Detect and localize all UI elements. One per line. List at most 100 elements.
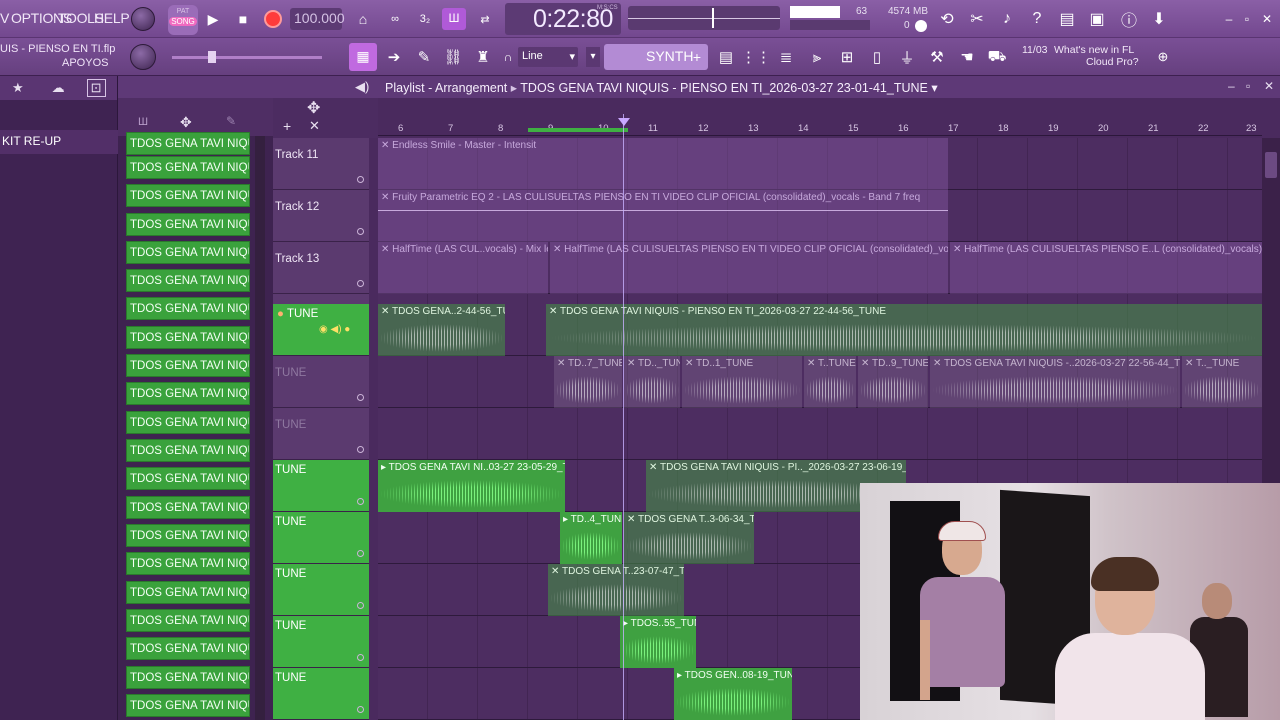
- channel-item[interactable]: TDOS GENA TAVI NIQUIS - ...: [126, 156, 250, 179]
- time-display[interactable]: 0:22:80 M:S:CS: [505, 3, 621, 35]
- channel-item[interactable]: TDOS GENA TAVI NIQUIS - ...: [126, 694, 250, 717]
- countdown-icon[interactable]: 3₂: [414, 10, 436, 28]
- audio-clip[interactable]: ▸ TDOS GENA TAVI NI..03-27 23-05-29_TUNE: [378, 460, 565, 512]
- pattern-song-toggle[interactable]: PAT SONG: [168, 5, 198, 35]
- channel-item[interactable]: TDOS GENA TAVI NIQUIS - ...: [126, 609, 250, 632]
- wait-icon[interactable]: ∞: [384, 10, 406, 28]
- channel-item[interactable]: TDOS GENA TAVI NIQUIS - ...: [126, 382, 250, 405]
- remove-track-icon[interactable]: ✕: [309, 118, 320, 134]
- audio-clip[interactable]: ✕ T.._TUNE: [1182, 356, 1262, 408]
- mute-icon[interactable]: ◉ ◀) ●: [319, 324, 350, 335]
- channel-item[interactable]: TDOS GENA TAVI NIQUIS - ...: [126, 411, 250, 434]
- audio-clip[interactable]: ✕ TDOS GENA..2-44-56_TUNE: [378, 304, 505, 356]
- piano-roll-icon[interactable]: ▤: [715, 47, 737, 67]
- audio-clip[interactable]: ▸ TDOS GEN..08-19_TUNE: [674, 668, 792, 720]
- automation-clip[interactable]: ✕ HalfTime (LAS CUL..vocals) - Mix level: [378, 242, 548, 294]
- minimize-icon[interactable]: ‒: [1222, 12, 1236, 26]
- audio-clip[interactable]: ✕ TD..1_TUNE: [682, 356, 802, 408]
- save-icon[interactable]: ▤: [1056, 9, 1078, 29]
- channel-item[interactable]: TDOS GENA TAVI NIQUIS - ...: [126, 666, 250, 689]
- track-header[interactable]: TUNE: [273, 668, 369, 720]
- channel-item[interactable]: TDOS GENA TAVI NIQUIS - ...: [126, 184, 250, 207]
- list-icon[interactable]: ≣: [775, 47, 797, 67]
- snap-next-button[interactable]: ▾: [586, 47, 600, 67]
- cloud-icon[interactable]: ☁: [52, 80, 65, 96]
- speaker-icon[interactable]: ◀): [355, 79, 369, 95]
- render-icon[interactable]: ▣: [1086, 9, 1108, 29]
- track-header[interactable]: TUNE: [273, 460, 369, 512]
- browser-selected-item[interactable]: KIT RE-UP: [0, 130, 118, 154]
- track-header[interactable]: TUNE: [273, 408, 369, 460]
- playhead-marker[interactable]: [618, 118, 630, 126]
- master-volume-knob[interactable]: [131, 7, 155, 31]
- move-icon[interactable]: ✥: [180, 114, 192, 131]
- track-header[interactable]: TUNE: [273, 356, 369, 408]
- playlist-maximize-icon[interactable]: ▫: [1246, 79, 1250, 93]
- link-icon[interactable]: ⛓: [442, 47, 464, 67]
- tools-icon[interactable]: ⚒: [926, 47, 948, 67]
- loop-record-icon[interactable]: ⇄: [474, 10, 496, 28]
- record-button[interactable]: [264, 10, 282, 28]
- star-icon[interactable]: ★: [12, 80, 24, 96]
- maximize-icon[interactable]: ▫: [1240, 12, 1254, 26]
- news-text[interactable]: What's new in FL Cloud Pro?: [1054, 44, 1154, 68]
- hand-icon[interactable]: ☚: [956, 47, 978, 67]
- help-icon[interactable]: ?: [1026, 9, 1048, 29]
- track-header[interactable]: TUNE: [273, 616, 369, 668]
- channel-item[interactable]: TDOS GENA TAVI NIQUIS - ...: [126, 467, 250, 490]
- pencil-icon[interactable]: ✎: [413, 47, 435, 67]
- audio-clip[interactable]: ▸ TDOS..55_TUNE: [620, 616, 696, 668]
- track-header[interactable]: Track 13: [273, 242, 369, 294]
- record-arm-icon[interactable]: ●: [277, 308, 284, 320]
- magnet-icon[interactable]: ∩: [500, 49, 516, 65]
- pencil-small-icon[interactable]: ✎: [226, 114, 236, 128]
- playlist-minimize-icon[interactable]: ‒: [1228, 79, 1235, 93]
- step-edit-icon[interactable]: Ш: [442, 8, 466, 30]
- track-header[interactable]: TUNE: [273, 512, 369, 564]
- channel-item[interactable]: TDOS GENA TAVI NIQUIS - ...: [126, 496, 250, 519]
- playlist-icon[interactable]: ▦: [349, 43, 377, 71]
- folder-icon[interactable]: ⊡: [86, 79, 106, 97]
- metronome-icon[interactable]: ⌂: [352, 10, 374, 28]
- move-tool-icon[interactable]: ✥: [307, 98, 320, 118]
- file-icon[interactable]: ▯: [866, 47, 888, 67]
- track-header[interactable]: ● TUNE ◉ ◀) ●: [273, 304, 369, 356]
- channel-item[interactable]: TDOS GENA TAVI NIQUIS - ...: [126, 326, 250, 349]
- download-icon[interactable]: ⬇: [1148, 9, 1170, 29]
- channel-item[interactable]: TDOS GENA TAVI NIQUIS - ...: [126, 297, 250, 320]
- channel-rack-icon[interactable]: ⋮⋮: [741, 47, 771, 67]
- mic-icon[interactable]: ♪: [996, 9, 1018, 29]
- plug-icon[interactable]: ⏚: [896, 47, 918, 67]
- audio-clip[interactable]: ✕ TDOS GENA TAVI NIQUIS -..2026-03-27 22…: [930, 356, 1180, 408]
- stop-icon[interactable]: ■: [234, 10, 252, 28]
- browser-tree-icon[interactable]: ⊞: [836, 47, 858, 67]
- audio-clip[interactable]: ✕ TD..7_TUNE: [554, 356, 622, 408]
- automation-clip[interactable]: ✕ Fruity Parametric EQ 2 - LAS CULISUELT…: [378, 190, 948, 242]
- arrow-right-icon[interactable]: ➔: [383, 47, 405, 67]
- automation-clip[interactable]: ✕ HalfTime (LAS CULISUELTAS PIENSO EN TI…: [550, 242, 948, 294]
- channel-item[interactable]: TDOS GENA TAVI NIQUIS - ...: [126, 241, 250, 264]
- globe-icon[interactable]: ⊕: [1154, 48, 1172, 66]
- mixer-icon[interactable]: ⫸: [806, 47, 828, 67]
- pitch-knob[interactable]: [130, 44, 156, 70]
- automation-clip[interactable]: ✕ HalfTime (LAS CULISUELTAS PIENSO E..L …: [950, 242, 1262, 294]
- playlist-pattern-name[interactable]: TDOS GENA TAVI NIQUIS - PIENSO EN TI_202…: [520, 81, 928, 95]
- channel-item[interactable]: TDOS GENA TAVI NIQUIS - ...: [126, 637, 250, 660]
- channel-item[interactable]: TDOS GENA TAVI NIQUIS - ...: [126, 269, 250, 292]
- audio-clip[interactable]: ✕ TDOS GENA T..3-06-34_TUNE: [624, 512, 754, 564]
- playlist-close-icon[interactable]: ✕: [1264, 79, 1274, 93]
- track-header[interactable]: Track 12: [273, 190, 369, 242]
- channel-item[interactable]: TDOS GENA TAVI NIQUIS - ...: [126, 552, 250, 575]
- audio-clip[interactable]: ✕ TDOS GENA TAVI NIQUIS - PIENSO EN TI_2…: [546, 304, 1262, 356]
- master-pitch-slider[interactable]: [172, 51, 322, 63]
- loop-region[interactable]: [528, 128, 628, 132]
- automation-clip[interactable]: ✕ Endless Smile - Master - Intensit: [378, 138, 948, 190]
- audio-clip[interactable]: ✕ TDOS GENA T..23-07-47_TUNE: [548, 564, 684, 616]
- menu-item-help[interactable]: HELP: [94, 10, 130, 26]
- audio-clip[interactable]: ▸ TD..4_TUNE: [560, 512, 622, 564]
- audio-clip[interactable]: ✕ TD.._TUNE: [624, 356, 680, 408]
- chevron-down-icon[interactable]: ▾: [931, 81, 937, 95]
- add-track-icon[interactable]: +: [283, 118, 291, 134]
- channel-item[interactable]: TDOS GENA TAVI NIQUIS - ...: [126, 524, 250, 547]
- audio-clip[interactable]: ✕ T..TUNE: [804, 356, 856, 408]
